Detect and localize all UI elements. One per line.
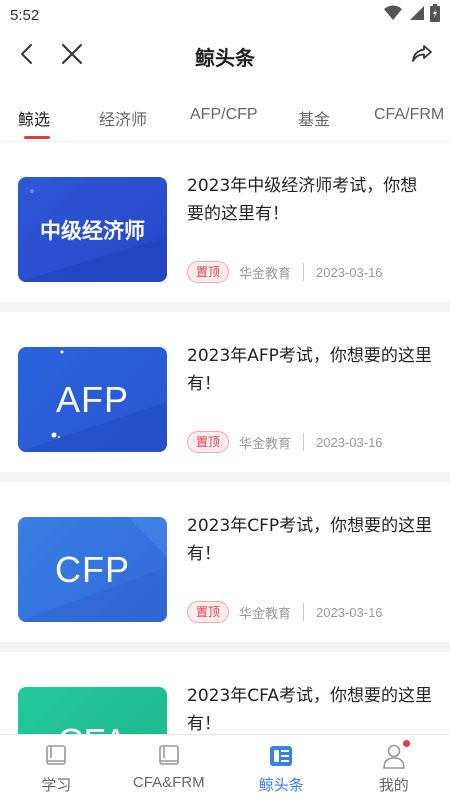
- top-navbar: 鲸头条: [0, 30, 450, 78]
- meta-divider: [303, 263, 305, 281]
- article-thumbnail: CFP: [18, 517, 167, 622]
- nav-cfa-frm[interactable]: CFA&FRM: [113, 735, 226, 800]
- meta-divider: [303, 603, 305, 621]
- article-meta: 置顶 华金教育 2023-03-16: [187, 430, 383, 454]
- tab-jingxuan[interactable]: 鲸选: [18, 106, 50, 130]
- article-date: 2023-03-16: [316, 604, 383, 620]
- pinned-badge: 置顶: [187, 431, 230, 453]
- nav-label: 学习: [41, 776, 72, 794]
- article-meta: 置顶 华金教育 2023-03-16: [187, 600, 383, 624]
- book-icon: [156, 743, 182, 769]
- article-card[interactable]: AFP 2023年AFP考试，你想要的这里有！ 置顶 华金教育 2023-03-…: [0, 312, 450, 472]
- share-icon[interactable]: [408, 40, 436, 68]
- notification-dot: [402, 740, 410, 747]
- status-bar: 5:52: [0, 0, 450, 30]
- tab-fund[interactable]: 基金: [298, 106, 330, 130]
- nav-label: CFA&FRM: [132, 774, 205, 791]
- article-meta: 置顶 华金教育 2023-03-16: [187, 260, 383, 284]
- thumbnail-text: CFA: [57, 721, 127, 734]
- tab-economist[interactable]: 经济师: [99, 106, 147, 130]
- news-icon: [268, 743, 294, 769]
- article-source: 华金教育: [239, 266, 292, 282]
- nav-mine[interactable]: 我的: [338, 735, 450, 800]
- article-thumbnail: CFA: [18, 687, 167, 734]
- signal-icon: [408, 5, 424, 25]
- tab-afp-cfp[interactable]: AFP/CFP: [190, 106, 258, 124]
- article-source: 华金教育: [239, 606, 292, 622]
- user-icon: [381, 743, 407, 769]
- nav-study[interactable]: 学习: [0, 735, 113, 800]
- article-title[interactable]: 2023年中级经济师考试，你想要的这里有！: [187, 172, 433, 228]
- article-thumbnail: 中级经济师: [18, 177, 167, 282]
- pinned-badge: 置顶: [187, 261, 230, 283]
- thumbnail-text: 中级经济师: [40, 218, 145, 243]
- close-icon[interactable]: [58, 40, 86, 68]
- article-title[interactable]: 2023年AFP考试，你想要的这里有！: [187, 342, 433, 398]
- bottom-nav: 学习 CFA&FRM 鲸头条 我的: [0, 734, 450, 800]
- nav-label: 鲸头条: [258, 776, 304, 794]
- category-tabs: 鲸选 经济师 AFP/CFP 基金 CFA/FRM: [0, 78, 450, 142]
- article-date: 2023-03-16: [316, 264, 383, 280]
- thumbnail-text: CFP: [55, 548, 130, 590]
- book-icon: [43, 743, 69, 769]
- tab-cfa-frm[interactable]: CFA/FRM: [374, 106, 444, 124]
- battery-icon: [430, 4, 440, 26]
- wifi-icon: [384, 5, 402, 25]
- article-card[interactable]: 中级经济师 2023年中级经济师考试，你想要的这里有！ 置顶 华金教育 2023…: [0, 142, 450, 302]
- article-source: 华金教育: [239, 436, 292, 452]
- nav-news[interactable]: 鲸头条: [225, 735, 338, 800]
- status-time: 5:52: [10, 6, 40, 24]
- nav-label: 我的: [378, 776, 409, 794]
- article-title[interactable]: 2023年CFA考试，你想要的这里有！: [187, 682, 433, 734]
- article-card[interactable]: CFA 2023年CFA考试，你想要的这里有！: [0, 652, 450, 734]
- active-tab-indicator: [24, 136, 50, 139]
- article-thumbnail: AFP: [18, 347, 167, 452]
- article-card[interactable]: CFP 2023年CFP考试，你想要的这里有！ 置顶 华金教育 2023-03-…: [0, 482, 450, 642]
- article-date: 2023-03-16: [316, 434, 383, 450]
- meta-divider: [303, 433, 305, 451]
- back-icon[interactable]: [14, 40, 38, 68]
- article-title[interactable]: 2023年CFP考试，你想要的这里有！: [187, 512, 433, 568]
- thumbnail-text: AFP: [55, 378, 129, 420]
- pinned-badge: 置顶: [187, 601, 230, 623]
- system-icons: [384, 4, 440, 26]
